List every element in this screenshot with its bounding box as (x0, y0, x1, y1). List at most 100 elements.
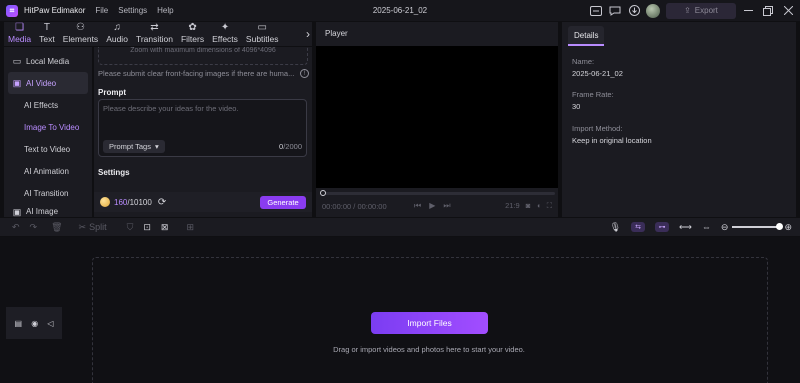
sidebar-item-text-to-video[interactable]: Text to Video (4, 138, 92, 160)
tab-filters[interactable]: ✿ Filters (177, 22, 208, 46)
media-sidebar: ▭ Local Media ▣ AI Video AI Effects Imag… (4, 47, 92, 217)
zoom-out-icon[interactable]: ⊖ (721, 222, 729, 233)
refresh-icon[interactable]: ⟳ (158, 197, 166, 208)
magnet-toggle-icon[interactable]: ⇆ (631, 222, 645, 232)
split-label: Split (89, 222, 107, 232)
transition-icon: ⇄ (150, 22, 159, 33)
next-frame-icon[interactable]: ⏭ (443, 201, 450, 211)
sidebar-item-ai-animation[interactable]: AI Animation (4, 160, 92, 182)
tab-text[interactable]: T Text (35, 22, 59, 46)
export-label: Export (694, 6, 718, 15)
previous-frame-icon[interactable]: ⏮ (414, 201, 421, 211)
auto-subtitle-icon[interactable]: ⊠ (161, 222, 169, 233)
app-name: HitPaw Edimakor (24, 6, 86, 15)
frame-rate-value: 30 (572, 102, 581, 111)
avatar[interactable] (646, 3, 660, 18)
ai-image-icon: ▣ (12, 206, 22, 217)
play-icon[interactable]: ▶ (429, 201, 435, 211)
playback-controls: ⏮ ▶ ⏭ (414, 201, 451, 211)
text-edit-icon[interactable]: ⊡ (143, 222, 151, 233)
sidebar-item-ai-video[interactable]: ▣ AI Video (8, 72, 88, 94)
import-files-button[interactable]: Import Files (371, 312, 488, 334)
upload-hint: Zoom with maximum dimensions of 4096*409… (130, 47, 276, 54)
fullscreen-icon[interactable]: ⛶ (547, 201, 552, 211)
sidebar-item-label: AI Effects (24, 100, 59, 110)
scissors-icon: ✂ (78, 221, 87, 232)
player-screen[interactable] (316, 46, 558, 188)
tab-label: Subtitles (245, 34, 279, 44)
tab-subtitles[interactable]: ▭ Subtitles (242, 22, 283, 46)
prompt-tags-label: Prompt Tags (109, 142, 151, 151)
char-max: /2000 (283, 142, 302, 151)
generate-button[interactable]: Generate (260, 195, 306, 209)
restore-icon[interactable] (760, 3, 776, 19)
minimize-icon[interactable] (740, 3, 756, 19)
tab-details[interactable]: Details (568, 26, 605, 46)
credits-used: 160 (114, 197, 128, 207)
ai-video-icon: ▣ (12, 77, 22, 88)
close-icon[interactable] (780, 3, 796, 19)
sidebar-item-label: AI Image (26, 207, 59, 216)
snapshot-icon[interactable]: ◙ (526, 201, 531, 211)
zoom-slider[interactable] (732, 223, 784, 230)
redo-icon[interactable]: ↷ (30, 222, 38, 233)
timeline-area: ▤ ◉ ◁ Import Files Drag or import videos… (0, 237, 800, 383)
keyboard-icon[interactable] (588, 3, 604, 19)
tab-label: Effects (212, 34, 238, 44)
elements-icon: ⚇ (75, 22, 85, 33)
seek-handle[interactable] (320, 190, 326, 196)
mute-icon[interactable]: ◁ (47, 319, 53, 328)
tab-transition[interactable]: ⇄ Transition (132, 22, 177, 46)
import-method-label: Import Method: (572, 124, 623, 133)
zoom-handle[interactable] (776, 223, 784, 230)
tab-audio[interactable]: ♫ Audio (102, 22, 132, 46)
details-panel: Details Name: 2025-06-21_02 Frame Rate: … (562, 22, 796, 217)
add-track-icon[interactable]: ⊞ (186, 222, 194, 233)
upload-area[interactable]: Zoom with maximum dimensions of 4096*409… (98, 47, 308, 65)
track-header: ▤ ◉ ◁ (6, 307, 62, 339)
image-hint: Please submit clear front-facing images … (98, 69, 295, 78)
subtitles-icon: ▭ (257, 22, 267, 33)
lock-icon[interactable]: ▤ (15, 319, 23, 328)
player-title: Player (325, 29, 348, 38)
microphone-icon[interactable]: 🎙 (610, 222, 621, 233)
split-button[interactable]: ✂ Split (79, 222, 107, 233)
track-link-icon[interactable]: ⟷ (679, 222, 692, 233)
undo-icon[interactable]: ↶ (12, 222, 20, 233)
sidebar-item-ai-transition[interactable]: AI Transition (4, 182, 92, 204)
zoom-control: ⊖ ⊕ (721, 222, 792, 233)
sidebar-item-ai-image[interactable]: ▣ AI Image (4, 204, 92, 217)
shield-icon[interactable]: ⛉ (127, 222, 134, 233)
delete-icon[interactable]: 🗑 (51, 222, 62, 233)
zoom-in-icon[interactable]: ⊕ (784, 222, 792, 233)
feedback-icon[interactable] (607, 3, 623, 19)
aspect-ratio[interactable]: 21:9 (505, 201, 520, 211)
tab-media[interactable]: ❏ Media (4, 22, 35, 46)
player-options: 21:9 ◙ ◖ ⛶ (505, 201, 552, 211)
volume-icon[interactable]: ◖ (536, 201, 541, 211)
sidebar-item-ai-effects[interactable]: AI Effects (4, 94, 92, 116)
menu-file[interactable]: File (95, 6, 108, 15)
fit-icon[interactable]: ⇔ (702, 222, 711, 232)
prompt-input[interactable]: Please describe your ideas for the video… (98, 99, 307, 157)
caret-down-icon: ▾ (154, 142, 159, 151)
prompt-tags-button[interactable]: Prompt Tags ▾ (103, 140, 165, 153)
menu-settings[interactable]: Settings (118, 6, 147, 15)
sidebar-item-local-media[interactable]: ▭ Local Media (4, 50, 92, 72)
seek-bar[interactable] (320, 190, 555, 196)
credit-coin-icon (100, 197, 110, 207)
chevron-right-icon[interactable]: › (306, 22, 310, 46)
eye-icon[interactable]: ◉ (31, 319, 38, 328)
download-icon[interactable] (626, 3, 642, 19)
link-toggle-icon[interactable]: ⊶ (655, 222, 669, 232)
tab-label: Text (39, 34, 55, 44)
media-tabs: ❏ Media T Text ⚇ Elements ♫ Audio ⇄ Tran… (4, 22, 312, 46)
tab-elements[interactable]: ⚇ Elements (59, 22, 102, 46)
tab-effects[interactable]: ✦ Effects (208, 22, 242, 46)
info-icon[interactable]: ! (300, 69, 309, 78)
folder-icon: ▭ (12, 55, 22, 66)
sidebar-item-image-to-video[interactable]: Image To Video (4, 116, 92, 138)
export-button[interactable]: ⇪ Export (666, 2, 736, 19)
tab-label: Media (8, 34, 32, 44)
menu-help[interactable]: Help (157, 6, 173, 15)
